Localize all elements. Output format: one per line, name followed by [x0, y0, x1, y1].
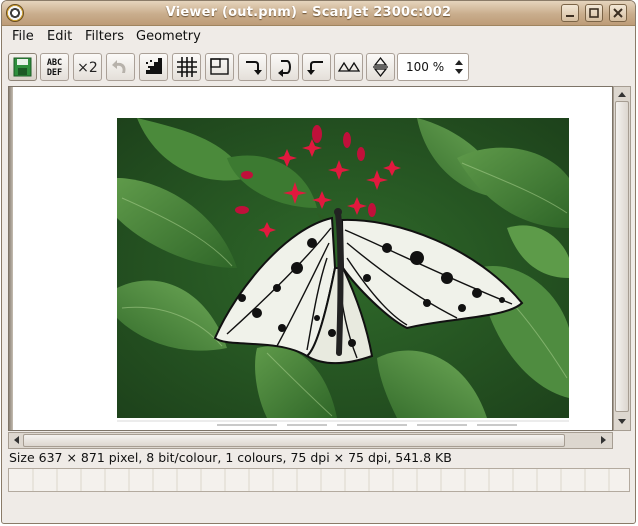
viewer-window: Viewer (out.pnm) - ScanJet 2300c:002 Fil… [1, 0, 636, 524]
x2-label: ×2 [77, 60, 98, 76]
scan-bottom-text-strip [117, 420, 569, 428]
image-viewport[interactable] [8, 86, 613, 431]
viewport-edge [9, 87, 13, 430]
rotate-left-button[interactable] [302, 53, 331, 81]
rotate-left-icon [307, 61, 323, 75]
title-bar[interactable]: Viewer (out.pnm) - ScanJet 2300c:002 [2, 1, 635, 26]
rotate-180-icon [278, 60, 291, 77]
close-icon [613, 8, 623, 18]
x2-button[interactable]: ×2 [73, 53, 102, 81]
ocr-button[interactable]: ABC DEF [40, 53, 69, 81]
save-button[interactable] [8, 53, 37, 81]
horizontal-scrollbar[interactable] [8, 432, 613, 449]
undo-button[interactable] [106, 53, 135, 81]
minimize-icon [566, 15, 574, 17]
menu-geometry[interactable]: Geometry [136, 29, 201, 44]
rotate-right-button[interactable] [238, 53, 267, 81]
minimize-button[interactable] [561, 4, 579, 22]
rotate-180-button[interactable] [270, 53, 299, 81]
app-eye-icon[interactable] [6, 4, 24, 22]
ocr-icon: ABC DEF [47, 58, 62, 78]
close-button[interactable] [609, 4, 627, 22]
menu-edit[interactable]: Edit [47, 29, 72, 44]
x2-icon: ×2 [77, 60, 98, 76]
progress-segments [32, 469, 610, 491]
rotate-right-icon [246, 61, 262, 75]
scroll-down-arrow-icon[interactable] [617, 417, 627, 427]
ocr-label-bottom: DEF [47, 68, 62, 78]
ocr-label-top: ABC [47, 58, 62, 68]
scroll-right-arrow-icon[interactable] [599, 435, 609, 445]
status-bar-text: Size 637 × 871 pixel, 8 bit/colour, 1 co… [9, 450, 452, 465]
maximize-icon [589, 8, 599, 18]
menu-file[interactable]: File [12, 29, 34, 44]
spin-arrows-icon[interactable] [452, 56, 466, 78]
menu-bar: File Edit Filters Geometry [2, 26, 635, 48]
mirror-horizontal-icon [337, 61, 361, 72]
grid-icon [177, 57, 197, 77]
zoom-spinbox[interactable]: 100 % [397, 53, 469, 81]
menu-filters[interactable]: Filters [85, 29, 124, 44]
mirror-horizontal-button[interactable] [334, 53, 363, 81]
progress-bar [8, 468, 630, 492]
crop-button[interactable] [205, 53, 234, 81]
vertical-scrollbar[interactable] [613, 86, 631, 431]
undo-icon [112, 60, 126, 73]
toolbar: ABC DEF ×2 100 % [2, 49, 635, 84]
grid-button[interactable] [172, 53, 201, 81]
horizontal-scroll-thumb[interactable] [23, 434, 565, 447]
zoom-value: 100 % [406, 60, 445, 74]
mirror-vertical-button[interactable] [366, 53, 395, 81]
scroll-left-arrow-icon[interactable] [11, 435, 21, 445]
scroll-up-arrow-icon[interactable] [617, 89, 627, 99]
threshold-button[interactable] [139, 53, 168, 81]
mirror-vertical-icon [373, 56, 388, 78]
window-title: Viewer (out.pnm) - ScanJet 2300c:002 [165, 5, 452, 20]
save-icon [13, 57, 32, 77]
crop-icon [210, 58, 229, 75]
threshold-icon [146, 58, 162, 74]
scanned-image [117, 118, 569, 418]
vertical-scroll-thumb[interactable] [615, 101, 629, 412]
maximize-button[interactable] [585, 4, 603, 22]
